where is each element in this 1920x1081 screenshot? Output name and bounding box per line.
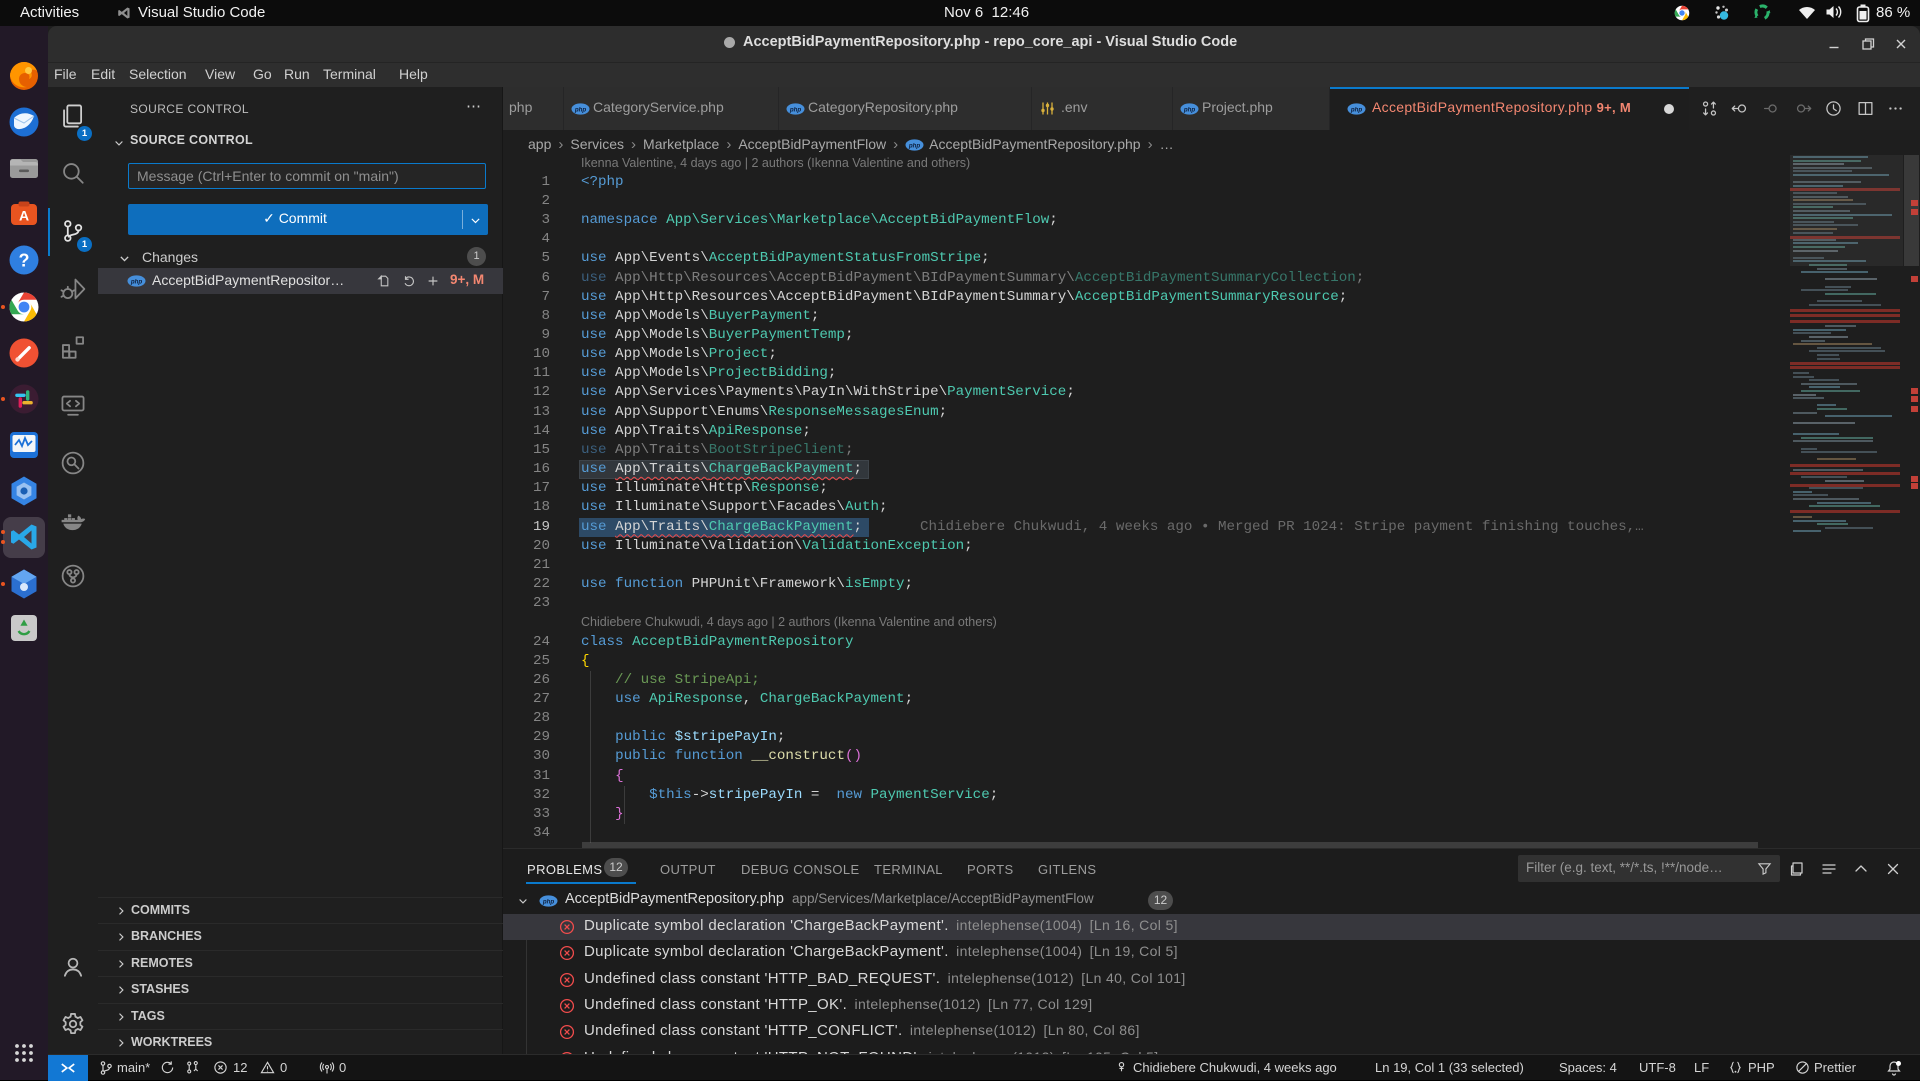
svg-text:php: php xyxy=(789,106,802,113)
svg-text:php: php xyxy=(1350,106,1363,113)
svg-text:php: php xyxy=(1183,106,1196,113)
svg-text:?: ? xyxy=(19,251,30,271)
svg-text:php: php xyxy=(130,278,143,285)
svg-text:php: php xyxy=(574,106,587,113)
svg-text:php: php xyxy=(908,142,921,149)
svg-text:A: A xyxy=(19,208,29,224)
